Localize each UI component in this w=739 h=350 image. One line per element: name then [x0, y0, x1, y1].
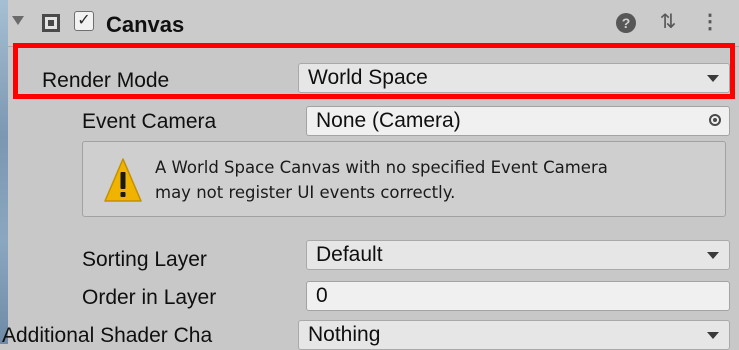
event-camera-label: Event Camera [82, 110, 217, 133]
render-mode-label: Render Mode [42, 69, 170, 92]
order-in-layer-label: Order in Layer [82, 286, 217, 309]
chevron-down-icon [707, 252, 719, 259]
canvas-inspector-panel: ✓ Canvas ? ⇅ ⋮ Render Mode World Space E… [2, 0, 739, 350]
warning-line-2: may not register UI events correctly. [155, 183, 456, 202]
component-header[interactable]: ✓ Canvas ? ⇅ ⋮ [8, 0, 739, 47]
event-camera-field[interactable]: None (Camera) [306, 106, 730, 136]
render-mode-dropdown[interactable]: World Space [298, 63, 730, 93]
component-enabled-checkbox[interactable]: ✓ [74, 11, 94, 31]
shader-channels-label: Additional Shader Cha [2, 324, 213, 347]
scene-view-edge [0, 0, 8, 344]
warning-message: A World Space Canvas with no specified E… [155, 155, 608, 205]
canvas-component-icon [42, 14, 60, 32]
render-mode-value: World Space [308, 66, 428, 89]
event-camera-value: None (Camera) [316, 109, 461, 132]
sorting-layer-value: Default [316, 243, 383, 266]
help-icon[interactable]: ? [616, 13, 636, 33]
warning-helpbox: A World Space Canvas with no specified E… [82, 141, 726, 217]
shader-channels-value: Nothing [308, 323, 381, 346]
warning-icon [104, 158, 142, 202]
chevron-down-icon [707, 332, 719, 339]
chevron-down-icon [707, 75, 719, 82]
warning-line-1: A World Space Canvas with no specified E… [155, 158, 608, 177]
shader-channels-dropdown[interactable]: Nothing [298, 320, 730, 350]
more-menu-icon[interactable]: ⋮ [700, 12, 720, 32]
sorting-layer-label: Sorting Layer [82, 248, 207, 271]
presets-icon[interactable]: ⇅ [658, 12, 678, 32]
order-in-layer-value: 0 [316, 284, 328, 307]
component-title: Canvas [106, 12, 185, 37]
foldout-arrow-icon[interactable] [12, 16, 24, 25]
order-in-layer-field[interactable]: 0 [306, 281, 730, 311]
sorting-layer-dropdown[interactable]: Default [306, 240, 730, 270]
object-picker-icon[interactable] [709, 114, 721, 126]
